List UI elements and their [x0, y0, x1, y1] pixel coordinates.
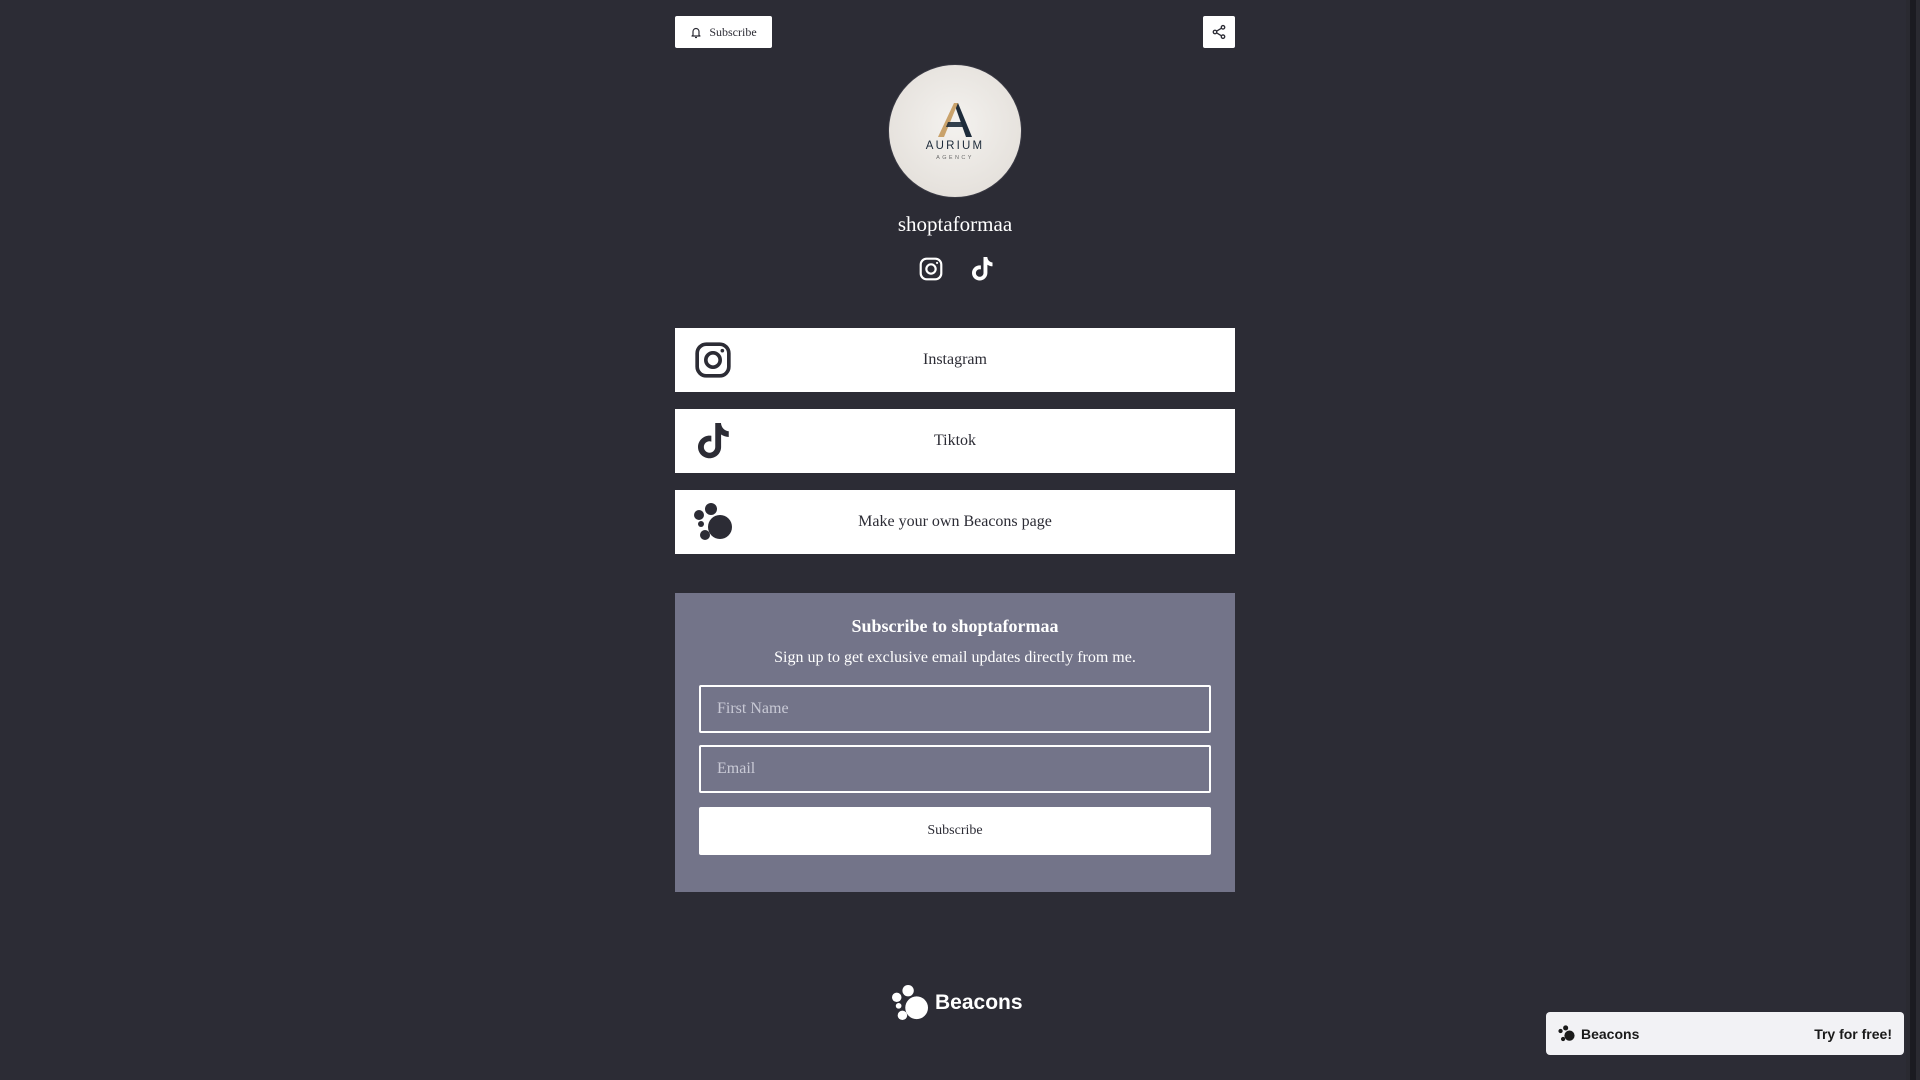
link-button-tiktok[interactable]: Tiktok	[675, 409, 1235, 473]
subscribe-card-title: Subscribe to shoptaformaa	[851, 616, 1059, 636]
first-name-input[interactable]	[699, 685, 1211, 733]
subscribe-submit-button[interactable]: Subscribe	[699, 807, 1211, 855]
header-subscribe-button[interactable]: Subscribe	[675, 16, 772, 48]
footer-wordmark: Beacons	[935, 991, 1023, 1014]
email-input[interactable]	[699, 745, 1211, 793]
beacons-icon	[1558, 1025, 1575, 1042]
link-label: Tiktok	[933, 432, 977, 449]
profile-username: shoptaformaa	[897, 212, 1013, 236]
share-button[interactable]	[1203, 16, 1235, 48]
scrollbar[interactable]	[1906, 0, 1920, 1080]
subscribe-card: Subscribe to shoptaformaa Sign up to get…	[675, 593, 1235, 892]
tiktok-icon[interactable]	[970, 256, 994, 282]
logo-brand-text: AURIUM	[925, 140, 985, 152]
logo-sub-text: AGENCY	[936, 154, 974, 161]
instagram-icon	[693, 340, 733, 380]
header-subscribe-label: Subscribe	[709, 24, 757, 39]
beacons-icon	[892, 985, 928, 1021]
instagram-icon[interactable]	[918, 256, 944, 282]
link-label: Instagram	[923, 351, 987, 368]
link-button-beacons[interactable]: Make your own Beacons page	[675, 490, 1235, 554]
beacons-icon	[693, 502, 733, 542]
link-label: Make your own Beacons page	[858, 513, 1052, 530]
profile-avatar: AURIUM AGENCY	[888, 64, 1022, 198]
try-for-free-link[interactable]: Try for free!	[1814, 1026, 1892, 1042]
share-icon	[1212, 24, 1226, 40]
bell-icon	[691, 27, 701, 38]
aurium-logo-icon	[938, 103, 972, 137]
footer-beacons-logo[interactable]: Beacons	[891, 985, 1023, 1021]
tiktok-icon	[693, 421, 733, 461]
promo-bar[interactable]: Beacons Try for free!	[1546, 1012, 1904, 1055]
promo-brand-label: Beacons	[1581, 1025, 1640, 1042]
promo-brand: Beacons	[1558, 1025, 1639, 1042]
scrollbar-thumb[interactable]	[1910, 0, 1916, 1080]
social-icon-row	[918, 254, 994, 284]
link-button-instagram[interactable]: Instagram	[675, 328, 1235, 392]
page: Subscribe AURIUM AGENCY shoptaformaa Ins…	[0, 0, 1920, 1080]
subscribe-card-description: Sign up to get exclusive email updates d…	[774, 649, 1136, 666]
